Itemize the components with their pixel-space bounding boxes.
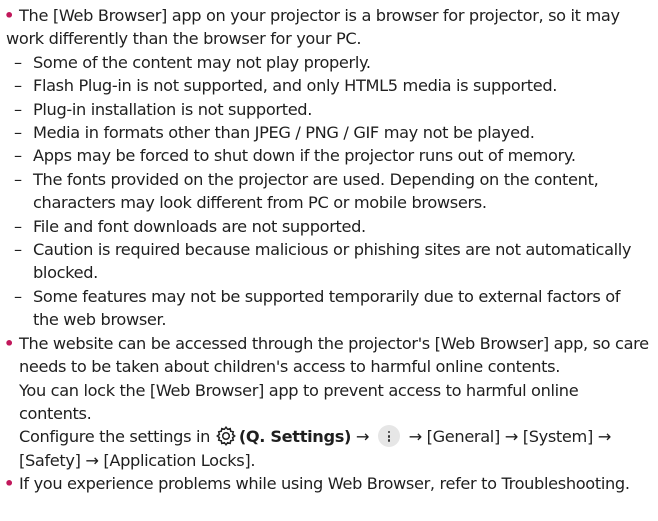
bullet-text-line: The [Web Browser] app on your projector … [19,6,620,25]
sub-item-text: Plug-in installation is not supported. [33,99,313,119]
sub-item: – Some features may not be supported tem… [0,285,658,332]
bullet-text-line: The website can be accessed through the … [19,333,649,353]
bullet-item-troubleshooting: • If you experience problems while using… [0,472,658,495]
config-path-line-2: [Safety] → [Application Locks]. [19,450,256,470]
dash-marker: – [14,240,22,260]
sub-item-text: Some features may not be supported tempo… [33,286,621,306]
sub-item: – Plug-in installation is not supported. [0,98,658,121]
config-path-line: Configure the settings in (Q. Settings) … [19,425,658,448]
dash-marker: – [14,99,22,119]
dash-marker: – [14,169,22,189]
bullet-marker: • [4,6,14,25]
dash-marker: – [14,216,22,236]
more-vertical-icon [377,425,400,448]
bullet-text-line: work differently than the browser for yo… [6,29,362,49]
sub-list: – Some of the content may not play prope… [0,51,658,332]
dash-marker: – [14,76,22,96]
config-prefix: Configure the settings in [19,427,211,447]
sub-item: – Media in formats other than JPEG / PNG… [0,121,658,144]
sub-item-text: Media in formats other than JPEG / PNG /… [33,123,535,143]
sub-item: – The fonts provided on the projector ar… [0,168,658,215]
document: • The [Web Browser] app on your projecto… [0,0,658,496]
sub-item: – Caution is required because malicious … [0,238,658,285]
sub-item-text: characters may look different from PC or… [33,193,487,213]
bullet-text-line: If you experience problems while using W… [19,474,630,494]
dash-marker: – [14,123,22,143]
bullet-marker: • [4,474,14,494]
quick-settings-label: (Q. Settings) [238,427,352,447]
sub-item-text: Caution is required because malicious or… [33,240,632,260]
sub-item-text: Some of the content may not play properl… [33,52,371,72]
bullet-text-line: contents. [19,403,92,423]
sub-item-text: the web browser. [33,310,167,330]
sub-item: – File and font downloads are not suppor… [0,215,658,238]
sub-item-text: blocked. [33,263,98,283]
sub-item: – Apps may be forced to shut down if the… [0,144,658,167]
sub-item-text: Apps may be forced to shut down if the p… [33,146,576,166]
bullet-text-line: You can lock the [Web Browser] app to pr… [19,380,579,400]
sub-item-text: File and font downloads are not supporte… [33,216,366,236]
sub-item-text: The fonts provided on the projector are … [33,169,599,189]
dash-marker: – [14,52,22,72]
bullet-text-line: needs to be taken about children's acces… [19,357,560,377]
config-path-tail: → [General] → [System] → [408,427,612,447]
bullet-item-web-browser-differences: • The [Web Browser] app on your projecto… [0,4,658,51]
sub-item: – Some of the content may not play prope… [0,51,658,74]
dash-marker: – [14,286,22,306]
dash-marker: – [14,146,22,166]
bullet-marker: • [4,333,14,353]
sub-item-text: Flash Plug-in is not supported, and only… [33,76,558,96]
bullet-item-child-safety: • The website can be accessed through th… [0,332,658,472]
arrow-separator: → [355,427,370,447]
sub-item: – Flash Plug-in is not supported, and on… [0,74,658,97]
gear-icon [215,425,237,447]
